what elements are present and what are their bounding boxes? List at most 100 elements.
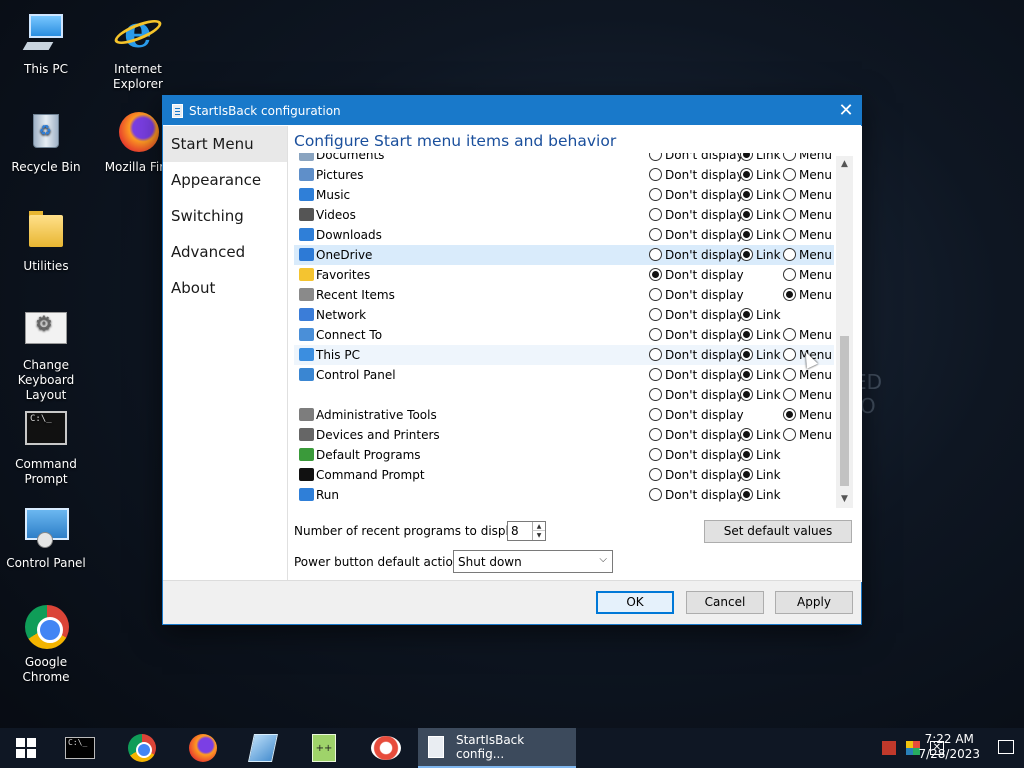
option-dont[interactable]: Don't display: [649, 208, 744, 222]
option-dont[interactable]: Don't display: [649, 328, 744, 342]
radio-button[interactable]: [740, 188, 753, 201]
list-item[interactable]: OneDrive Don't display Link Menu: [294, 245, 834, 265]
radio-button[interactable]: [783, 388, 796, 401]
radio-button[interactable]: [740, 448, 753, 461]
radio-button[interactable]: [783, 208, 796, 221]
scroll-up-icon[interactable]: ▲: [836, 156, 853, 173]
option-dont[interactable]: Don't display: [649, 388, 744, 402]
option-dont[interactable]: Don't display: [649, 188, 744, 202]
list-item[interactable]: Recent Items Don't display Menu: [294, 285, 834, 305]
radio-button[interactable]: [649, 468, 662, 481]
taskbar-clock[interactable]: 7:22 AM 7/28/2023: [918, 732, 980, 762]
desktop-icon-control-panel[interactable]: Control Panel: [0, 504, 92, 571]
option-link[interactable]: Link: [740, 388, 781, 402]
option-dont[interactable]: Don't display: [649, 288, 744, 302]
scroll-down-icon[interactable]: ▼: [836, 491, 853, 508]
option-link[interactable]: Link: [740, 328, 781, 342]
radio-button[interactable]: [649, 428, 662, 441]
radio-button[interactable]: [783, 248, 796, 261]
radio-button[interactable]: [649, 488, 662, 501]
option-menu[interactable]: Menu: [783, 288, 832, 302]
option-menu[interactable]: Menu: [783, 428, 832, 442]
recent-programs-input[interactable]: [509, 523, 531, 539]
close-icon[interactable]: ✕: [831, 96, 861, 125]
radio-button[interactable]: [783, 228, 796, 241]
option-link[interactable]: Link: [740, 153, 781, 162]
option-link[interactable]: Link: [740, 188, 781, 202]
option-link[interactable]: Link: [740, 248, 781, 262]
option-menu[interactable]: Menu: [783, 328, 832, 342]
option-link[interactable]: Link: [740, 308, 781, 322]
radio-button[interactable]: [649, 448, 662, 461]
radio-button[interactable]: [649, 188, 662, 201]
radio-button[interactable]: [783, 168, 796, 181]
option-dont[interactable]: Don't display: [649, 448, 744, 462]
power-button-select[interactable]: Shut down ⌵: [453, 550, 613, 573]
network-disconnected-icon[interactable]: [882, 741, 896, 755]
radio-button[interactable]: [649, 268, 662, 281]
list-item[interactable]: Don't display Link Menu: [294, 385, 834, 405]
taskbar-command-prompt[interactable]: C:\_: [54, 728, 106, 768]
radio-button[interactable]: [783, 348, 796, 361]
desktop-icon-command-prompt[interactable]: C:\_ Command Prompt: [0, 405, 92, 487]
stepper-down-icon[interactable]: ▼: [532, 531, 545, 540]
list-item[interactable]: Command Prompt Don't display Link: [294, 465, 834, 485]
radio-button[interactable]: [740, 388, 753, 401]
start-button[interactable]: [0, 728, 52, 768]
option-link[interactable]: Link: [740, 428, 781, 442]
list-item[interactable]: Downloads Don't display Link Menu: [294, 225, 834, 245]
option-menu[interactable]: Menu: [783, 368, 832, 382]
radio-button[interactable]: [740, 248, 753, 261]
option-dont[interactable]: Don't display: [649, 348, 744, 362]
radio-button[interactable]: [740, 308, 753, 321]
radio-button[interactable]: [649, 348, 662, 361]
ok-button[interactable]: OK: [596, 591, 674, 614]
desktop-icon-change-keyboard-layout[interactable]: ⚙ Change Keyboard Layout: [0, 306, 92, 403]
desktop-icon-google-chrome[interactable]: Google Chrome: [0, 603, 92, 685]
radio-button[interactable]: [649, 168, 662, 181]
radio-button[interactable]: [740, 153, 753, 161]
list-item[interactable]: Pictures Don't display Link Menu: [294, 165, 834, 185]
list-item[interactable]: Music Don't display Link Menu: [294, 185, 834, 205]
items-scrollbar[interactable]: ▲ ▼: [836, 156, 853, 508]
option-menu[interactable]: Menu: [783, 153, 832, 162]
recent-programs-stepper[interactable]: ▲ ▼: [507, 521, 546, 541]
radio-button[interactable]: [740, 428, 753, 441]
list-item[interactable]: Run Don't display Link: [294, 485, 834, 505]
option-link[interactable]: Link: [740, 468, 781, 482]
scrollbar-thumb[interactable]: [840, 336, 849, 486]
radio-button[interactable]: [783, 268, 796, 281]
radio-button[interactable]: [783, 368, 796, 381]
radio-button[interactable]: [649, 408, 662, 421]
taskbar-startisback-window[interactable]: StartIsBack config...: [418, 728, 576, 768]
desktop-icon-internet-explorer[interactable]: e Internet Explorer: [92, 10, 184, 92]
option-dont[interactable]: Don't display: [649, 408, 744, 422]
option-menu[interactable]: Menu: [783, 168, 832, 182]
option-link[interactable]: Link: [740, 488, 781, 502]
radio-button[interactable]: [740, 208, 753, 221]
nav-switching[interactable]: Switching: [163, 198, 287, 234]
list-item[interactable]: Documents Don't display Link Menu: [294, 153, 834, 165]
list-item[interactable]: Devices and Printers Don't display Link Men…: [294, 425, 834, 445]
radio-button[interactable]: [783, 408, 796, 421]
stepper-up-icon[interactable]: ▲: [532, 522, 545, 531]
radio-button[interactable]: [649, 248, 662, 261]
radio-button[interactable]: [649, 388, 662, 401]
list-item[interactable]: Connect To Don't display Link Menu: [294, 325, 834, 345]
dialog-titlebar[interactable]: StartIsBack configuration ✕: [163, 96, 861, 125]
option-link[interactable]: Link: [740, 448, 781, 462]
list-item[interactable]: Administrative Tools Don't display Menu: [294, 405, 834, 425]
option-menu[interactable]: Menu: [783, 388, 832, 402]
radio-button[interactable]: [783, 328, 796, 341]
option-dont[interactable]: Don't display: [649, 308, 744, 322]
radio-button[interactable]: [783, 428, 796, 441]
option-link[interactable]: Link: [740, 228, 781, 242]
option-dont[interactable]: Don't display: [649, 468, 744, 482]
option-menu[interactable]: Menu: [783, 408, 832, 422]
list-item[interactable]: Videos Don't display Link Menu: [294, 205, 834, 225]
cancel-button[interactable]: Cancel: [686, 591, 764, 614]
option-menu[interactable]: Menu: [783, 188, 832, 202]
desktop-icon-this-pc[interactable]: This PC: [0, 10, 92, 77]
option-dont[interactable]: Don't display: [649, 368, 744, 382]
option-dont[interactable]: Don't display: [649, 168, 744, 182]
